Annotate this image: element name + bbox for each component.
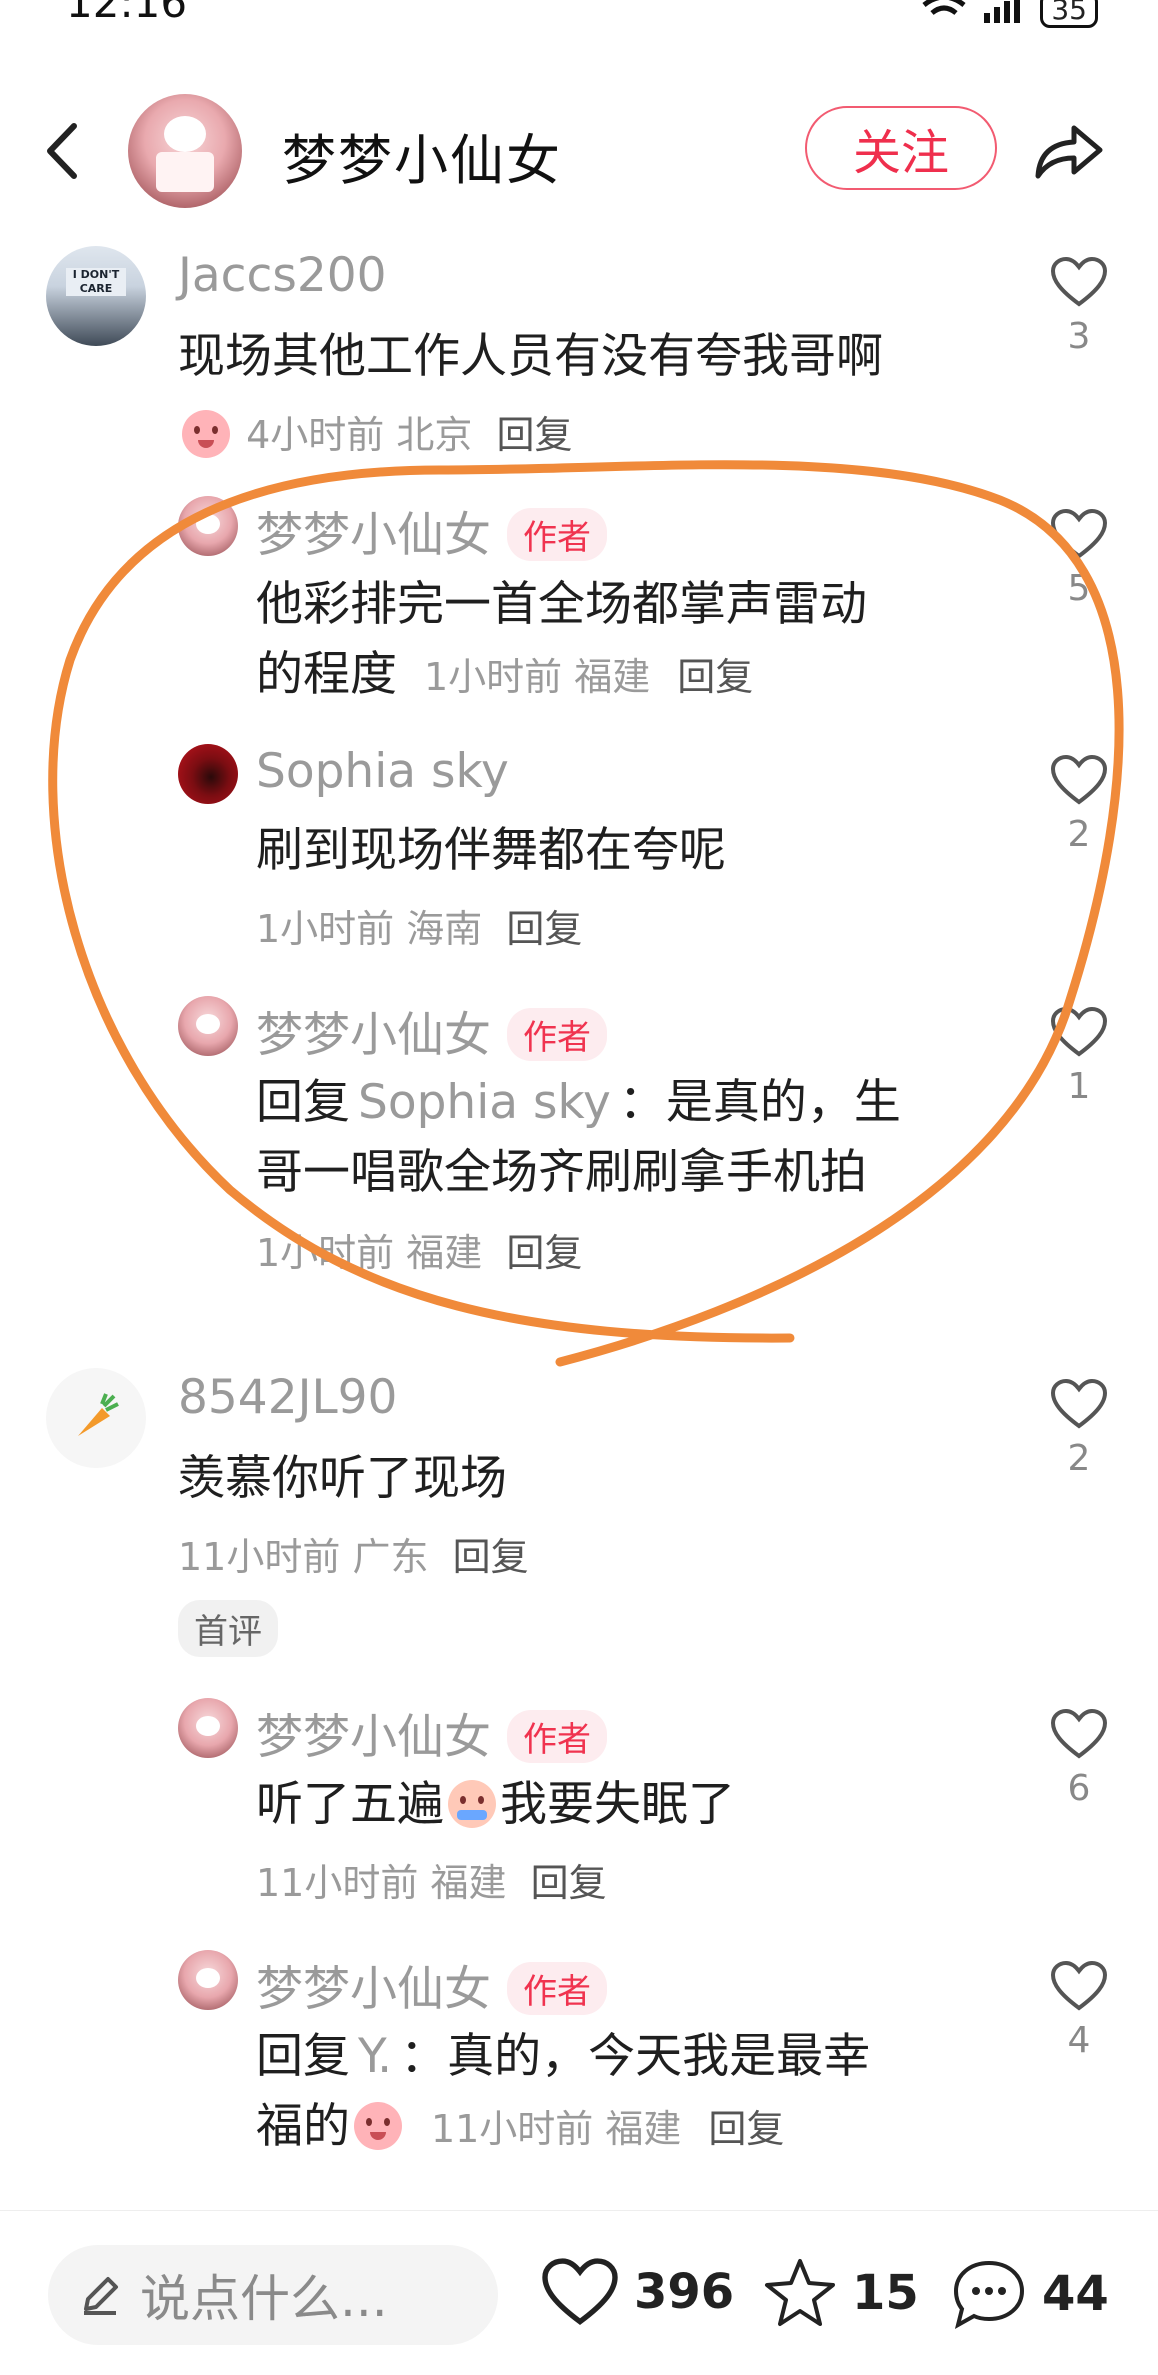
avatar[interactable]	[178, 996, 238, 1056]
comment-icon	[953, 2260, 1025, 2330]
comment-text: 羡慕你听了现场	[178, 1451, 507, 1506]
avatar[interactable]	[178, 496, 238, 556]
star-icon	[765, 2259, 835, 2326]
emoji-icon	[182, 409, 230, 458]
favorite-button[interactable]: 15	[762, 2257, 919, 2329]
comment-username[interactable]: Jaccs200	[178, 248, 387, 303]
comment-username[interactable]: 梦梦小仙女 作者	[256, 496, 607, 565]
comment-username[interactable]: 梦梦小仙女 作者	[256, 1950, 607, 2019]
like-count: 2	[1067, 814, 1091, 855]
crying-emoji-icon	[448, 1779, 496, 1828]
favorite-total: 15	[852, 2265, 919, 2321]
avatar[interactable]	[178, 1698, 238, 1758]
like-count: 1	[1067, 1066, 1091, 1107]
signal-icon	[984, 0, 1021, 23]
author-badge: 作者	[507, 508, 607, 561]
comment-username[interactable]: 梦梦小仙女 作者	[256, 996, 607, 1065]
reply-target[interactable]: Sophia sky	[358, 1075, 611, 1130]
follow-button[interactable]: 关注	[805, 106, 997, 190]
comment-username[interactable]: 梦梦小仙女 作者	[256, 1698, 607, 1767]
comment-meta: 4小时前 北京 回复	[178, 404, 573, 462]
like-button[interactable]: 3	[1044, 256, 1114, 357]
like-button[interactable]: 5	[1044, 508, 1114, 609]
avatar[interactable]: I DON'T CARE	[46, 246, 146, 346]
comment-text: 现场其他工作人员有没有夸我哥啊	[178, 329, 883, 384]
reply-button[interactable]: 回复	[708, 2107, 784, 2151]
status-bar: 12:16 35	[0, 0, 1158, 40]
like-button[interactable]: 2	[1044, 1378, 1114, 1479]
comment-username[interactable]: Sophia sky	[256, 744, 509, 799]
like-post-button[interactable]: 396	[540, 2257, 734, 2327]
bottom-bar: 说点什么... 396 15 44	[0, 2210, 1158, 2375]
avatar[interactable]	[178, 1950, 238, 2010]
heart-icon	[1050, 754, 1108, 805]
avatar-text: I DON'T CARE	[66, 268, 126, 296]
like-button[interactable]: 6	[1044, 1708, 1114, 1809]
like-total: 396	[634, 2264, 735, 2320]
heart-icon	[1050, 1378, 1108, 1429]
battery-indicator: 35	[1040, 0, 1098, 28]
reply-button[interactable]: 回复	[496, 413, 572, 457]
like-button[interactable]: 1	[1044, 1006, 1114, 1107]
reply-button[interactable]: 回复	[677, 655, 753, 699]
like-count: 2	[1067, 1438, 1091, 1479]
header: 梦梦小仙女 关注	[0, 80, 1158, 220]
heart-icon	[1050, 256, 1108, 307]
comment-meta: 11小时前 福建 回复	[256, 1861, 607, 1905]
comment-input[interactable]: 说点什么...	[48, 2245, 498, 2345]
reply-button[interactable]: 回复	[506, 1231, 582, 1275]
author-badge: 作者	[507, 1710, 607, 1763]
like-button[interactable]: 2	[1044, 754, 1114, 855]
comment-meta: 11小时前 广东 回复	[178, 1535, 529, 1579]
carrot-icon	[78, 1393, 119, 1436]
like-count: 5	[1067, 568, 1091, 609]
comment-meta: 1小时前 海南 回复	[256, 907, 583, 951]
heart-icon	[1050, 1708, 1108, 1759]
like-count: 6	[1067, 1768, 1091, 1809]
wifi-icon	[922, 0, 966, 16]
heart-icon	[542, 2258, 618, 2325]
laughing-emoji-icon	[354, 2101, 402, 2150]
author-badge: 作者	[507, 1008, 607, 1061]
pencil-icon	[84, 2277, 118, 2315]
like-button[interactable]: 4	[1044, 1960, 1114, 2061]
reply-button[interactable]: 回复	[453, 1535, 529, 1579]
reply-button[interactable]: 回复	[531, 1861, 607, 1905]
comment-text: 刷到现场伴舞都在夸呢	[256, 823, 726, 878]
author-avatar[interactable]	[128, 94, 242, 208]
avatar[interactable]	[178, 744, 238, 804]
comment-input-placeholder: 说点什么...	[140, 2270, 388, 2328]
heart-icon	[1050, 508, 1108, 559]
comment-text: 回复 Y. ：真的，今天我是最幸 福的 11小时前 福建 回复	[256, 2029, 871, 2154]
status-time: 12:16	[66, 0, 188, 27]
heart-icon	[1050, 1006, 1108, 1057]
comment-text: 他彩排完一首全场都掌声雷动 的程度 1小时前 福建 回复	[256, 577, 867, 702]
reply-target[interactable]: Y.	[358, 2029, 392, 2084]
comment-total: 44	[1042, 2266, 1109, 2322]
page-title: 梦梦小仙女	[282, 129, 562, 192]
author-badge: 作者	[507, 1962, 607, 2015]
share-icon[interactable]	[1030, 118, 1106, 182]
comment-count-button[interactable]: 44	[950, 2257, 1109, 2331]
status-icons: 35	[920, 0, 1098, 28]
heart-icon	[1050, 1960, 1108, 2011]
first-comment-badge: 首评	[178, 1600, 278, 1657]
comment-text: 听了五遍 我要失眠了	[256, 1777, 735, 1832]
comment-username[interactable]: 8542JL90	[178, 1370, 397, 1425]
comment-meta: 1小时前 福建 回复	[256, 1231, 583, 1275]
comment-text: 回复 Sophia sky ：是真的，生 哥一唱歌全场齐刷刷拿手机拍	[256, 1075, 901, 1200]
avatar[interactable]	[46, 1368, 146, 1468]
like-count: 3	[1067, 316, 1091, 357]
like-count: 4	[1067, 2020, 1091, 2061]
back-arrow-icon[interactable]	[38, 116, 88, 186]
reply-button[interactable]: 回复	[506, 907, 582, 951]
